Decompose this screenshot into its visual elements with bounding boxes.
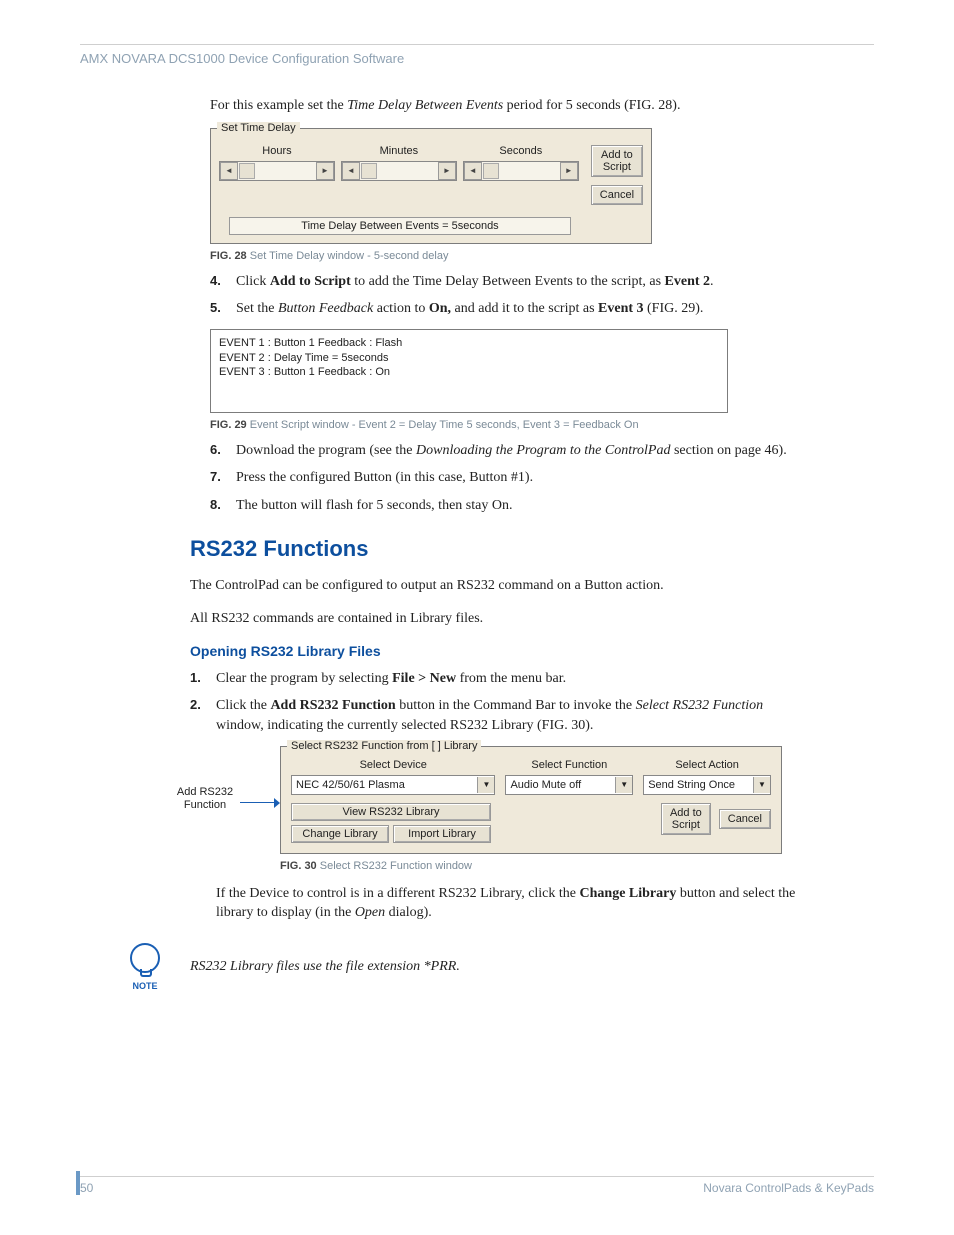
select-function-dropdown[interactable]: Audio Mute off▼ — [505, 775, 633, 795]
event-line: EVENT 2 : Delay Time = 5seconds — [219, 351, 719, 366]
note-text: RS232 Library files use the file extensi… — [190, 959, 460, 975]
fig30-caption: FIG. 30 Select RS232 Function window — [280, 860, 800, 872]
fig29-window: EVENT 1 : Button 1 Feedback : Flash EVEN… — [210, 329, 728, 413]
fig30-group-label: Select RS232 Function from [ ] Library — [287, 740, 481, 752]
minutes-scroll[interactable]: ◄ ► — [341, 161, 457, 181]
event-line: EVENT 3 : Button 1 Feedback : On — [219, 365, 719, 380]
change-library-button[interactable]: Change Library — [291, 825, 389, 843]
page-number: 50 — [80, 1181, 93, 1195]
import-library-button[interactable]: Import Library — [393, 825, 491, 843]
right-arrow-icon[interactable]: ► — [560, 162, 578, 180]
minutes-label: Minutes — [341, 145, 457, 157]
fig28-window: Set Time Delay Hours ◄ ► Minutes ◄ ► S — [210, 128, 652, 244]
event-line: EVENT 1 : Button 1 Feedback : Flash — [219, 336, 719, 351]
fig29-caption: FIG. 29 Event Script window - Event 2 = … — [210, 419, 800, 431]
step-list-c: 1.Clear the program by selecting File > … — [190, 669, 800, 736]
select-device-label: Select Device — [291, 759, 495, 771]
select-action-dropdown[interactable]: Send String Once▼ — [643, 775, 771, 795]
left-arrow-icon[interactable]: ◄ — [342, 162, 360, 180]
rs232-p1: The ControlPad can be configured to outp… — [190, 576, 800, 596]
intro-paragraph: For this example set the Time Delay Betw… — [210, 96, 800, 116]
note-icon: NOTE — [130, 943, 160, 991]
chevron-down-icon[interactable]: ▼ — [615, 777, 632, 793]
add-to-script-button[interactable]: Add to Script — [661, 803, 711, 835]
chevron-down-icon[interactable]: ▼ — [753, 777, 770, 793]
right-arrow-icon[interactable]: ► — [316, 162, 334, 180]
right-arrow-icon[interactable]: ► — [438, 162, 456, 180]
view-library-button[interactable]: View RS232 Library — [291, 803, 491, 821]
cancel-button[interactable]: Cancel — [591, 185, 643, 205]
footer-doc-title: Novara ControlPads & KeyPads — [703, 1181, 874, 1195]
section-title-rs232: RS232 Functions — [190, 536, 800, 562]
left-arrow-icon[interactable]: ◄ — [220, 162, 238, 180]
arrow-icon — [240, 798, 280, 808]
fig30-window: Select RS232 Function from [ ] Library S… — [280, 746, 782, 854]
subsection-title-opening: Opening RS232 Library Files — [190, 643, 800, 659]
select-device-dropdown[interactable]: NEC 42/50/61 Plasma▼ — [291, 775, 495, 795]
after-fig30-paragraph: If the Device to control is in a differe… — [216, 884, 800, 923]
fig28-caption: FIG. 28 Set Time Delay window - 5-second… — [210, 250, 800, 262]
hours-label: Hours — [219, 145, 335, 157]
time-delay-summary: Time Delay Between Events = 5seconds — [229, 217, 571, 235]
add-to-script-button[interactable]: Add to Script — [591, 145, 643, 177]
select-action-label: Select Action — [643, 759, 771, 771]
fig30-side-label: Add RS232 Function — [170, 746, 240, 812]
fig28-group-label: Set Time Delay — [217, 122, 300, 134]
step-list-a: 4.Click Add to Script to add the Time De… — [210, 272, 800, 319]
page-header: AMX NOVARA DCS1000 Device Configuration … — [80, 51, 874, 66]
chevron-down-icon[interactable]: ▼ — [477, 777, 494, 793]
select-function-label: Select Function — [505, 759, 633, 771]
left-arrow-icon[interactable]: ◄ — [464, 162, 482, 180]
seconds-scroll[interactable]: ◄ ► — [463, 161, 579, 181]
hours-scroll[interactable]: ◄ ► — [219, 161, 335, 181]
cancel-button[interactable]: Cancel — [719, 809, 771, 829]
step-list-b: 6.Download the program (see the Download… — [210, 441, 800, 516]
rs232-p2: All RS232 commands are contained in Libr… — [190, 609, 800, 629]
seconds-label: Seconds — [463, 145, 579, 157]
